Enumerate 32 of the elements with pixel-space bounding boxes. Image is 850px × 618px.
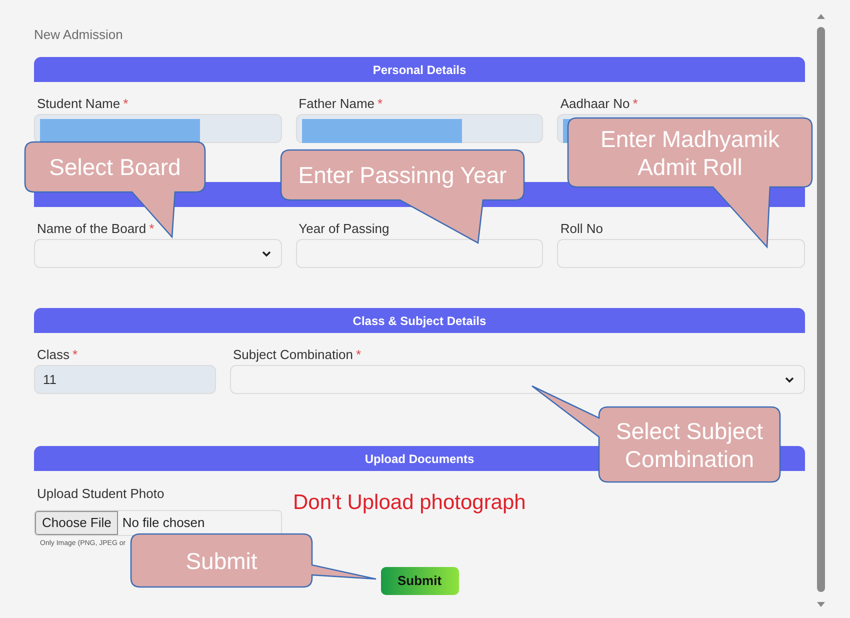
- section-title: Personal Details: [372, 62, 466, 76]
- input-field[interactable]: 11: [34, 365, 216, 394]
- input-field[interactable]: [296, 114, 544, 143]
- chevron-down-icon: [262, 250, 271, 256]
- input-field[interactable]: [34, 114, 282, 143]
- input-field[interactable]: [296, 239, 544, 268]
- warning-note: Don't Upload photograph: [293, 490, 526, 516]
- field-label: Aadhaar No *: [559, 96, 638, 112]
- choose-file-button[interactable]: Choose File: [35, 511, 118, 535]
- field-label: Year of Passing: [298, 221, 390, 237]
- callout-tooltip: Select Subject Combination: [532, 386, 780, 482]
- field-label: Student Name *: [36, 96, 128, 112]
- chevron-down-icon: [785, 376, 794, 382]
- dropdown-field[interactable]: [230, 365, 805, 394]
- field-label: Subject Combination *: [232, 347, 362, 363]
- callout-tooltip: Submit: [131, 534, 376, 587]
- scroll-up-icon[interactable]: [817, 14, 825, 19]
- submit-button[interactable]: Submit: [380, 567, 458, 595]
- section-title: Class & Subject Details: [352, 314, 486, 328]
- file-field[interactable]: Choose File No file chosen: [34, 510, 282, 536]
- field-label: Roll No: [559, 221, 603, 237]
- dropdown-field[interactable]: [34, 239, 282, 268]
- field-label: Upload Student Photo: [36, 486, 164, 502]
- page-title: New Admission: [34, 27, 123, 42]
- scroll-down-icon[interactable]: [817, 602, 825, 607]
- field-label: Name of the Board *: [36, 221, 154, 237]
- field-label: Class *: [36, 347, 78, 363]
- input-field[interactable]: [557, 239, 805, 268]
- field-label: Father Name *: [298, 96, 383, 112]
- file-status: No file chosen: [122, 514, 205, 532]
- scrollbar-thumb[interactable]: [817, 27, 825, 592]
- section-title: Upload Documents: [364, 452, 474, 466]
